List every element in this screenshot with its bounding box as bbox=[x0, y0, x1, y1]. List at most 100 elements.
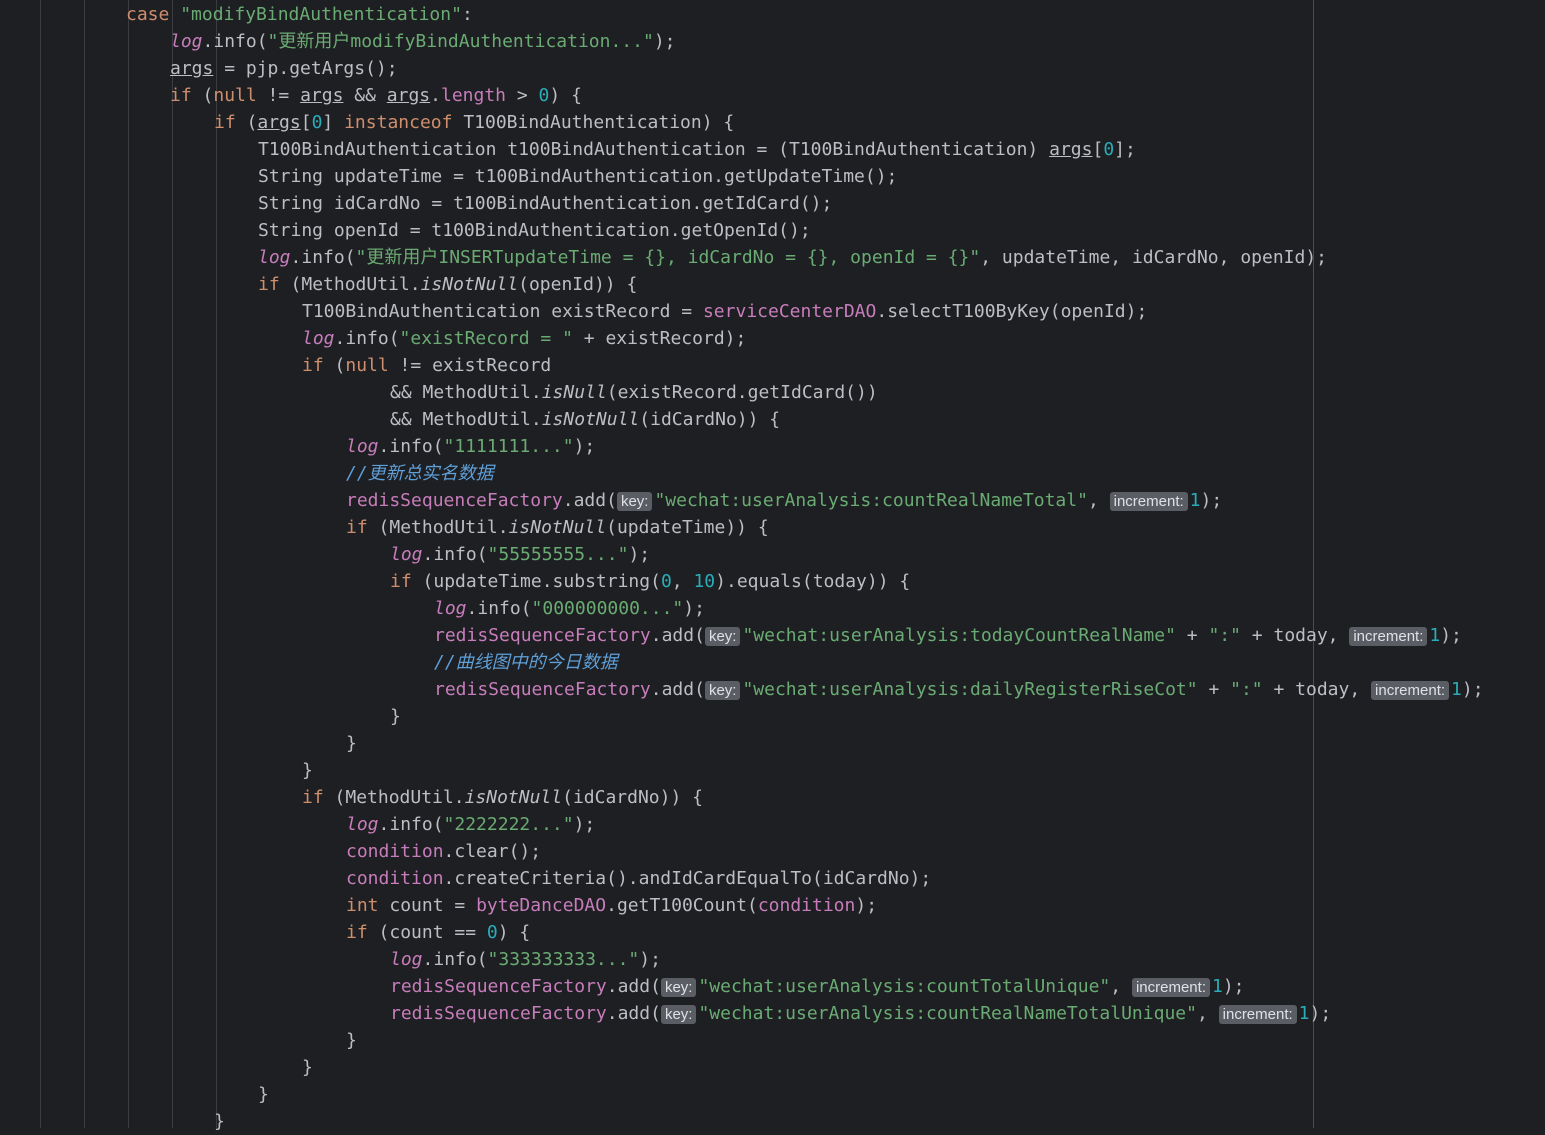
code-line[interactable]: log.info("更新用户modifyBindAuthentication..… bbox=[170, 28, 676, 55]
code-line[interactable]: //更新总实名数据 bbox=[346, 460, 494, 487]
code-line[interactable]: String updateTime = t100BindAuthenticati… bbox=[258, 163, 897, 190]
code-line[interactable]: condition.createCriteria().andIdCardEqua… bbox=[346, 865, 931, 892]
code-line[interactable]: if (MethodUtil.isNotNull(updateTime)) { bbox=[346, 514, 769, 541]
code-line[interactable]: } bbox=[302, 1054, 313, 1081]
code-line[interactable]: log.info("1111111..."); bbox=[346, 433, 595, 460]
code-line[interactable]: if (null != args && args.length > 0) { bbox=[170, 82, 582, 109]
code-token: log bbox=[346, 436, 379, 457]
code-line[interactable]: condition.clear(); bbox=[346, 838, 541, 865]
code-line[interactable]: log.info("existRecord = " + existRecord)… bbox=[302, 325, 746, 352]
code-line[interactable]: } bbox=[390, 703, 401, 730]
code-token: } bbox=[390, 706, 401, 727]
code-line[interactable]: } bbox=[258, 1081, 269, 1108]
code-line[interactable]: if (args[0] instanceof T100BindAuthentic… bbox=[214, 109, 734, 136]
code-token: ":" bbox=[1208, 625, 1241, 646]
code-token: (MethodUtil. bbox=[290, 274, 421, 295]
code-token: ( bbox=[246, 112, 258, 133]
code-line[interactable]: log.info("2222222..."); bbox=[346, 811, 595, 838]
code-token: ); bbox=[1440, 625, 1462, 646]
code-token: condition bbox=[346, 841, 444, 862]
code-line[interactable]: args = pjp.getArgs(); bbox=[170, 55, 398, 82]
code-token: "wechat:userAnalysis:countRealNameTotal" bbox=[654, 490, 1088, 511]
code-line[interactable]: T100BindAuthentication existRecord = ser… bbox=[302, 298, 1147, 325]
code-line[interactable]: log.info("000000000..."); bbox=[434, 595, 705, 622]
code-line[interactable]: case "modifyBindAuthentication": bbox=[126, 1, 473, 28]
code-token: } bbox=[302, 760, 313, 781]
code-token: ) { bbox=[497, 922, 531, 943]
code-token: ).equals(today)) { bbox=[715, 571, 911, 592]
code-token: + today, bbox=[1262, 679, 1372, 700]
code-token: ] bbox=[322, 112, 345, 133]
code-line[interactable]: if (updateTime.substring(0, 10).equals(t… bbox=[390, 568, 910, 595]
code-token: (MethodUtil. bbox=[378, 517, 509, 538]
code-token: 0 bbox=[311, 112, 323, 133]
code-line[interactable]: redisSequenceFactory.add(key: "wechat:use… bbox=[434, 622, 1462, 649]
code-line[interactable]: T100BindAuthentication t100BindAuthentic… bbox=[258, 136, 1136, 163]
code-token: (idCardNo)) { bbox=[639, 409, 781, 430]
code-token: ":" bbox=[1230, 679, 1263, 700]
code-token: } bbox=[346, 733, 357, 754]
code-token: condition bbox=[757, 895, 856, 916]
code-line[interactable]: //曲线图中的今日数据 bbox=[434, 649, 618, 676]
code-token: ); bbox=[683, 598, 705, 619]
code-token: if bbox=[170, 85, 203, 106]
code-token: "modifyBindAuthentication" bbox=[180, 4, 462, 25]
code-line[interactable]: redisSequenceFactory.add(key: "wechat:use… bbox=[346, 487, 1222, 514]
code-editor[interactable]: case "modifyBindAuthentication": log.info… bbox=[0, 0, 1545, 1132]
code-token: } bbox=[346, 1030, 357, 1051]
code-token: .clear(); bbox=[443, 841, 542, 862]
code-token: 1 bbox=[1429, 625, 1441, 646]
code-line[interactable]: String openId = t100BindAuthentication.g… bbox=[258, 217, 811, 244]
code-line[interactable]: int count = byteDanceDAO.getT100Count(co… bbox=[346, 892, 877, 919]
code-token: 1 bbox=[1211, 976, 1223, 997]
code-line[interactable]: log.info("55555555..."); bbox=[390, 541, 650, 568]
code-token: 1 bbox=[1451, 679, 1462, 700]
code-token: ); bbox=[639, 949, 661, 970]
code-line[interactable]: if (MethodUtil.isNotNull(idCardNo)) { bbox=[302, 784, 703, 811]
code-token: .info( bbox=[202, 31, 268, 52]
code-token: redisSequenceFactory bbox=[434, 679, 651, 700]
code-token: log bbox=[390, 544, 423, 565]
code-line[interactable]: redisSequenceFactory.add(key: "wechat:use… bbox=[390, 973, 1245, 1000]
code-token: String updateTime = t100BindAuthenticati… bbox=[258, 166, 898, 187]
code-line[interactable]: String idCardNo = t100BindAuthentication… bbox=[258, 190, 832, 217]
code-token: instanceof bbox=[344, 112, 464, 133]
code-token: . bbox=[430, 85, 441, 106]
code-token: ); bbox=[573, 814, 596, 835]
code-line[interactable]: && MethodUtil.isNull(existRecord.getIdCa… bbox=[390, 379, 878, 406]
code-token: : bbox=[461, 4, 473, 25]
code-token: != bbox=[256, 85, 301, 106]
code-line[interactable]: log.info("更新用户INSERTupdateTime = {}, idC… bbox=[258, 244, 1327, 271]
code-line[interactable]: } bbox=[346, 1027, 357, 1054]
code-token: "更新用户modifyBindAuthentication..." bbox=[267, 31, 654, 52]
code-line[interactable]: && MethodUtil.isNotNull(idCardNo)) { bbox=[390, 406, 780, 433]
code-line[interactable]: } bbox=[346, 730, 357, 757]
code-line[interactable]: if (MethodUtil.isNotNull(openId)) { bbox=[258, 271, 637, 298]
code-token: redisSequenceFactory bbox=[390, 976, 607, 997]
parameter-hint: key: bbox=[660, 977, 697, 997]
code-token: length bbox=[441, 85, 507, 106]
code-token: "000000000..." bbox=[531, 598, 684, 619]
code-token: } bbox=[302, 1057, 313, 1078]
code-token: 10 bbox=[693, 571, 716, 592]
code-token: (MethodUtil. bbox=[334, 787, 465, 808]
code-line[interactable]: if (null != existRecord bbox=[302, 352, 551, 379]
indent-guide bbox=[128, 0, 129, 1128]
code-line[interactable]: } bbox=[214, 1108, 225, 1135]
code-token: , bbox=[1196, 1003, 1219, 1024]
code-line[interactable]: if (count == 0) { bbox=[346, 919, 530, 946]
right-margin-guide bbox=[1313, 0, 1314, 1128]
code-token: (idCardNo)) { bbox=[562, 787, 703, 808]
code-token: isNull bbox=[541, 382, 607, 403]
code-token: "wechat:userAnalysis:todayCountRealName" bbox=[742, 625, 1176, 646]
code-token: 0 bbox=[660, 571, 672, 592]
code-line[interactable]: redisSequenceFactory.add(key: "wechat:use… bbox=[434, 676, 1484, 703]
code-line[interactable]: } bbox=[302, 757, 313, 784]
code-token: + existRecord); bbox=[572, 328, 747, 349]
code-line[interactable]: log.info("333333333..."); bbox=[390, 946, 661, 973]
code-token: 1 bbox=[1189, 490, 1201, 511]
code-token: "existRecord = " bbox=[399, 328, 573, 349]
code-token: > bbox=[506, 85, 539, 106]
code-token: null bbox=[213, 85, 257, 106]
code-line[interactable]: redisSequenceFactory.add(key: "wechat:use… bbox=[390, 1000, 1331, 1027]
